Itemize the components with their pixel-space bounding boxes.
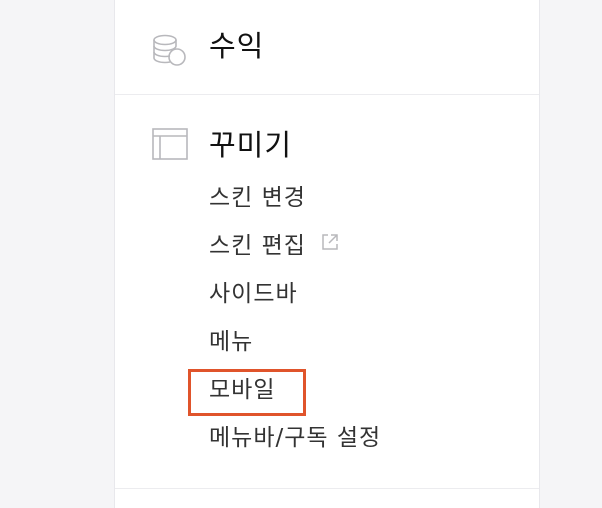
menu-item-label: 스킨 편집	[209, 233, 306, 259]
decorate-section: 꾸미기 스킨 변경 스킨 편집 사이드바 메뉴 모바일 메뉴바/구독 설정	[115, 94, 539, 489]
menu-item-menubar-subscribe[interactable]: 메뉴바/구독 설정	[209, 420, 381, 468]
menu-item-skin-edit[interactable]: 스킨 편집	[209, 228, 381, 276]
revenue-section[interactable]: 수익	[115, 0, 539, 95]
menu-item-skin-change[interactable]: 스킨 변경	[209, 180, 381, 228]
menu-item-sidebar[interactable]: 사이드바	[209, 276, 381, 324]
decorate-title: 꾸미기	[209, 128, 293, 162]
menu-item-label: 사이드바	[209, 281, 298, 307]
sidebar-panel: 수익 꾸미기 스킨 변경 스킨 편집 사이드바 메뉴 모바일 메뉴바/구독 설정	[114, 0, 540, 508]
menu-item-menu[interactable]: 메뉴	[209, 324, 381, 372]
decorate-submenu: 스킨 변경 스킨 편집 사이드바 메뉴 모바일 메뉴바/구독 설정	[209, 180, 381, 468]
external-link-icon	[320, 227, 340, 263]
layout-icon	[151, 126, 189, 164]
menu-item-label: 메뉴	[209, 329, 254, 355]
menu-item-label: 스킨 변경	[209, 185, 306, 211]
revenue-title: 수익	[209, 29, 265, 63]
coins-icon	[151, 31, 189, 69]
highlight-annotation	[188, 369, 306, 416]
menu-item-label: 메뉴바/구독 설정	[209, 425, 382, 451]
